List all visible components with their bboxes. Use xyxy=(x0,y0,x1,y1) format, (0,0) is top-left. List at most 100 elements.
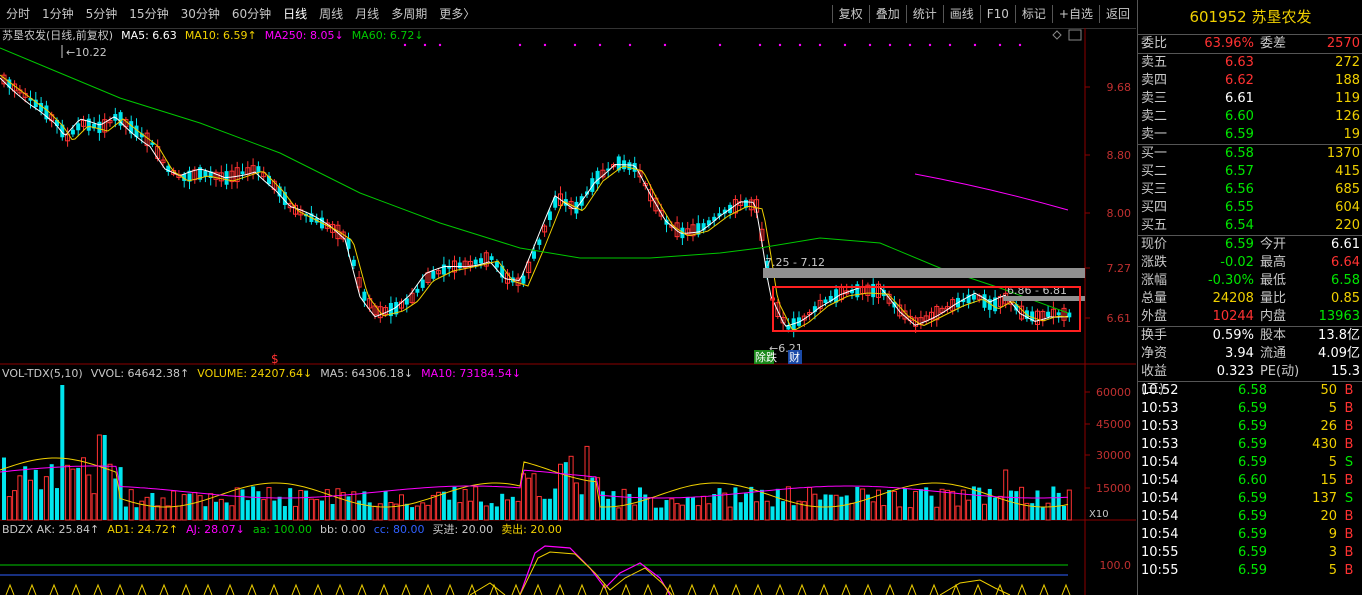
bdzx-signal-mark xyxy=(731,583,741,595)
bids-volume: 1370 xyxy=(1326,146,1360,161)
period-tab[interactable]: 15分钟 xyxy=(123,5,174,23)
bdzx-ak-line xyxy=(469,579,1011,595)
tick-row[interactable]: 10:53 6.59 5 B xyxy=(1138,400,1362,418)
volume-bar xyxy=(483,505,489,521)
toolbar-button[interactable]: 画线 xyxy=(942,5,980,23)
toolbar-button[interactable]: 复权 xyxy=(831,5,869,23)
period-tab[interactable]: 1分钟 xyxy=(36,5,80,23)
volume-bar xyxy=(706,503,712,521)
toolbar-button[interactable]: F10 xyxy=(979,5,1015,23)
toolbar-button[interactable]: 统计 xyxy=(905,5,943,23)
volume-bar xyxy=(781,501,786,520)
period-tab[interactable]: 5分钟 xyxy=(80,5,124,23)
candle-body xyxy=(823,299,828,303)
bdzx-signal-mark xyxy=(1061,583,1071,595)
weibi-value: 63.96% xyxy=(1204,36,1254,51)
volume-bar xyxy=(627,493,632,520)
asks-price: 6.61 xyxy=(1224,91,1254,106)
bids-row[interactable]: 买五 6.54 220 xyxy=(1138,217,1362,235)
bids-label: 买一 xyxy=(1141,146,1168,161)
asks-volume: 126 xyxy=(1335,109,1360,124)
tick-row[interactable]: 10:55 6.59 3 B xyxy=(1138,544,1362,562)
quote-value: 6.59 xyxy=(1224,237,1254,252)
bids-row[interactable]: 买三 6.56 685 xyxy=(1138,181,1362,199)
period-tab[interactable]: 月线 xyxy=(349,5,385,23)
tick-row[interactable]: 10:54 6.59 9 B xyxy=(1138,526,1362,544)
volume-bar xyxy=(76,467,81,520)
tick-row[interactable]: 10:52 6.58 50 B xyxy=(1138,382,1362,400)
kline-chart[interactable]: 9.68 8.80 8.00 7.27 6.61 60000 45000 30000 15000… xyxy=(0,28,1136,595)
volume-bar xyxy=(70,468,76,521)
ma10-line xyxy=(0,74,1069,331)
period-tab[interactable]: 60分钟 xyxy=(226,5,277,23)
bdzx-ad1: AD1: 24.72↑ xyxy=(107,523,179,536)
volume-bar xyxy=(1019,486,1025,521)
stat-label: PE(动) xyxy=(1259,364,1300,379)
period-tab[interactable]: 30分钟 xyxy=(175,5,226,23)
period-tab[interactable]: 更多〉 xyxy=(433,5,481,23)
bids-row[interactable]: 买一 6.58 1370 xyxy=(1138,145,1362,163)
period-tab[interactable]: 分时 xyxy=(0,5,36,23)
bids-row[interactable]: 买四 6.55 604 xyxy=(1138,199,1362,217)
tick-row[interactable]: 10:53 6.59 430 B xyxy=(1138,436,1362,454)
tick-time: 10:54 xyxy=(1141,527,1179,542)
vol-name: VOL-TDX(5,10) xyxy=(2,367,83,380)
bdzx-cc: cc: 80.00 xyxy=(373,523,425,536)
tick-side: S xyxy=(1344,491,1354,506)
toolbar-button[interactable]: 标记 xyxy=(1014,5,1052,23)
bids-row[interactable]: 买二 6.57 415 xyxy=(1138,163,1362,181)
asks-row[interactable]: 卖五 6.63 272 xyxy=(1138,54,1362,72)
tick-row[interactable]: 10:55 6.59 5 B xyxy=(1138,562,1362,580)
period-tab[interactable]: 周线 xyxy=(313,5,349,23)
toolbar-button[interactable]: 返回 xyxy=(1098,5,1136,23)
quote-value: 10244 xyxy=(1212,309,1254,324)
period-tab[interactable]: 日线 xyxy=(277,5,313,23)
tick-row[interactable]: 10:54 6.60 15 B xyxy=(1138,472,1362,490)
tick-row[interactable]: 10:54 6.59 137 S xyxy=(1138,490,1362,508)
tick-side: S xyxy=(1344,455,1354,470)
window-icon[interactable] xyxy=(1068,29,1082,41)
volume-bar xyxy=(330,503,335,520)
diamond-icon[interactable] xyxy=(1052,30,1062,40)
tick-volume: 5 xyxy=(1328,401,1337,416)
candlesticks xyxy=(1,72,1072,338)
quote-label: 涨跌 xyxy=(1141,255,1168,270)
tick-volume: 9 xyxy=(1328,527,1337,542)
tick-side: B xyxy=(1344,509,1354,524)
asks-row[interactable]: 卖四 6.62 188 xyxy=(1138,72,1362,90)
volume-bar xyxy=(1009,490,1013,520)
tick-side: B xyxy=(1344,473,1354,488)
asks-label: 卖二 xyxy=(1141,109,1168,124)
quote-row: 涨幅 -0.30% 最低 6.58 xyxy=(1138,272,1362,290)
candle-body xyxy=(473,259,478,265)
volume-bar xyxy=(494,506,499,520)
volume-bar xyxy=(526,477,532,521)
quote-value: 13963 xyxy=(1318,309,1360,324)
tick-row[interactable]: 10:54 6.59 5 S xyxy=(1138,454,1362,472)
tick-list[interactable]: 10:52 6.58 50 B 10:53 6.59 5 B 10:53 6.59 26 B 10:53… xyxy=(1138,382,1362,580)
asks-row[interactable]: 卖一 6.59 19 xyxy=(1138,126,1362,144)
stat-value: 13.8亿 xyxy=(1318,328,1360,343)
tick-row[interactable]: 10:54 6.59 20 B xyxy=(1138,508,1362,526)
asks-row[interactable]: 卖三 6.61 119 xyxy=(1138,90,1362,108)
tick-row[interactable]: 10:53 6.59 26 B xyxy=(1138,418,1362,436)
bdzx-signal-mark xyxy=(797,583,807,595)
volume-bar xyxy=(340,492,346,521)
quote-row: 总量 24208 量比 0.85 xyxy=(1138,290,1362,308)
volume-bar xyxy=(351,491,357,521)
volume-bar xyxy=(791,505,796,520)
toolbar-button[interactable]: 叠加 xyxy=(868,5,906,23)
volume-bar xyxy=(553,488,558,520)
main-legend-title: 苏垦农发(日线,前复权) xyxy=(2,29,114,42)
volume-bar xyxy=(510,496,515,520)
asks-volume: 19 xyxy=(1343,127,1360,142)
bdzx-signal-mark xyxy=(819,583,829,595)
asks-row[interactable]: 卖二 6.60 126 xyxy=(1138,108,1362,126)
period-tab[interactable]: 多周期 xyxy=(385,5,433,23)
volume-bar xyxy=(123,506,128,520)
toolbar-button[interactable]: +自选 xyxy=(1051,5,1099,23)
bdzx-signal-mark xyxy=(137,583,147,595)
quote-label: 量比 xyxy=(1259,291,1286,306)
volume-bar xyxy=(420,502,426,521)
volume-bar xyxy=(245,500,250,520)
